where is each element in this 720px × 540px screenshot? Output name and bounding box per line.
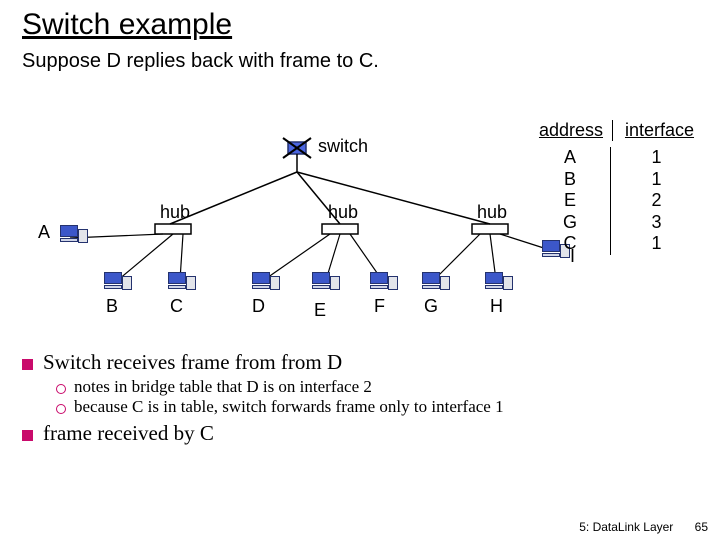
table-row: 1 <box>611 233 702 255</box>
pc-A <box>60 225 86 251</box>
footer-chapter: 5: DataLink Layer <box>579 520 673 534</box>
pc-C <box>168 272 194 298</box>
table-address-header: address <box>530 120 612 141</box>
label-G: G <box>424 296 438 317</box>
pc-H <box>485 272 511 298</box>
bullet-text: notes in bridge table that D is on inter… <box>74 377 372 397</box>
footer-page-number: 65 <box>695 520 708 534</box>
bullet-text: because C is in table, switch forwards f… <box>74 397 504 417</box>
table-row: E <box>530 190 610 212</box>
table-interface-header: interface <box>612 120 702 141</box>
slide-subtitle: Suppose D replies back with frame to C. <box>0 46 720 73</box>
label-E: E <box>314 300 326 321</box>
pc-B <box>104 272 130 298</box>
bullet-sub-1: notes in bridge table that D is on inter… <box>56 377 702 397</box>
label-D: D <box>252 296 265 317</box>
bullet-text: frame received by C <box>43 421 214 446</box>
bullet-circle-icon <box>56 384 66 394</box>
bullet-circle-icon <box>56 404 66 414</box>
pc-D <box>252 272 278 298</box>
hub3-label: hub <box>477 202 507 223</box>
bullet-text: Switch receives frame from from D <box>43 350 342 375</box>
label-H: H <box>490 296 503 317</box>
table-row: G <box>530 212 610 234</box>
table-row: 1 <box>611 147 702 169</box>
bullet-square-icon <box>22 359 33 370</box>
hub1-label: hub <box>160 202 190 223</box>
switch-table: address interface A B E G C 1 1 2 3 1 <box>530 120 702 255</box>
label-B: B <box>106 296 118 317</box>
slide-footer: 5: DataLink Layer 65 <box>579 520 708 534</box>
bullet-main-2: frame received by C <box>22 421 702 446</box>
slide-title: Switch example <box>0 0 720 46</box>
pc-E <box>312 272 338 298</box>
bullet-main-1: Switch receives frame from from D <box>22 350 702 375</box>
pc-G <box>422 272 448 298</box>
table-row: 3 <box>611 212 702 234</box>
table-row: 1 <box>611 169 702 191</box>
table-row: C <box>530 233 610 255</box>
table-address-col: A B E G C <box>530 147 610 255</box>
table-row: A <box>530 147 610 169</box>
pc-F <box>370 272 396 298</box>
switch-label: switch <box>318 136 368 157</box>
label-C: C <box>170 296 183 317</box>
label-A: A <box>38 222 50 243</box>
table-row: B <box>530 169 610 191</box>
hub2-label: hub <box>328 202 358 223</box>
label-F: F <box>374 296 385 317</box>
bullet-square-icon <box>22 430 33 441</box>
bullet-sub-2: because C is in table, switch forwards f… <box>56 397 702 417</box>
table-row: 2 <box>611 190 702 212</box>
table-interface-col: 1 1 2 3 1 <box>610 147 702 255</box>
bullet-list: Switch receives frame from from D notes … <box>22 350 702 448</box>
